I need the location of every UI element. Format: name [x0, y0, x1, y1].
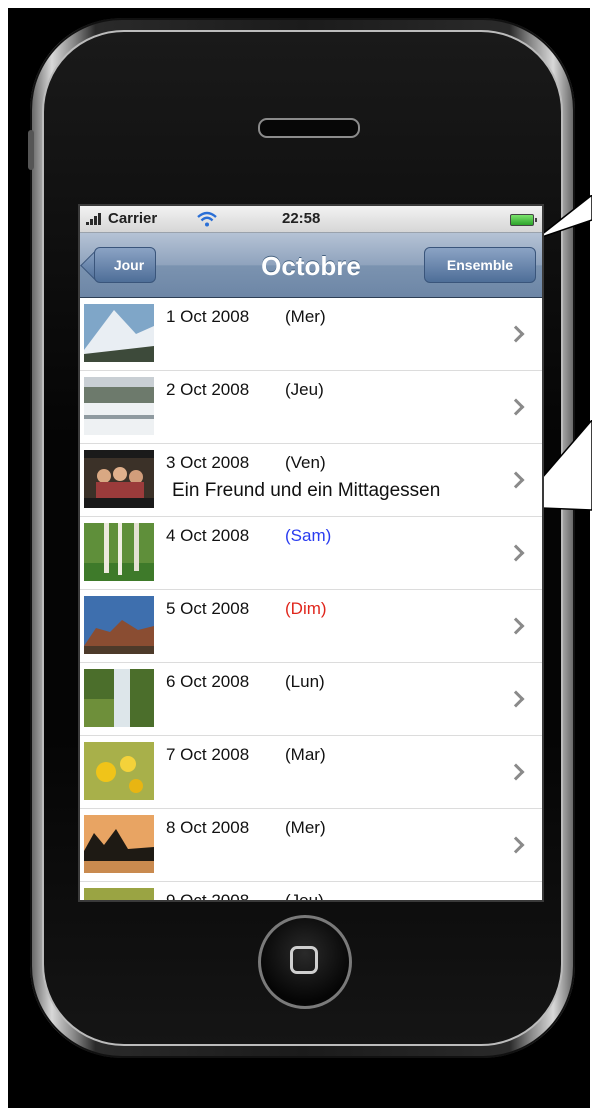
row-date: 9 Oct 2008: [166, 891, 250, 902]
chevron-right-icon: [507, 325, 525, 343]
row-date: 2 Oct 2008: [166, 380, 250, 399]
row-day-sunday: (Dim): [285, 599, 327, 618]
list-item[interactable]: 8 Oct 2008 (Mer): [80, 809, 542, 882]
thumbnail-birch-trees: [84, 523, 154, 581]
thumbnail-yellow-flowers: [84, 742, 154, 800]
chevron-right-icon: [507, 836, 525, 854]
home-square-icon: [290, 946, 318, 974]
row-day: (Jeu): [285, 891, 324, 902]
row-day: (Ven): [285, 453, 326, 472]
chevron-right-icon: [507, 617, 525, 635]
list-item[interactable]: 7 Oct 2008 (Mar): [80, 736, 542, 809]
row-note: Ein Freund und ein Mittagessen: [172, 480, 441, 501]
list-item[interactable]: 4 Oct 2008 (Sam): [80, 517, 542, 590]
list-item[interactable]: 9 Oct 2008 (Jeu): [80, 882, 542, 902]
row-day-saturday: (Sam): [285, 526, 332, 545]
row-date: 6 Oct 2008: [166, 672, 250, 691]
thumbnail-snow-landscape: [84, 377, 154, 435]
navigation-bar: Jour Octobre Ensemble: [80, 233, 542, 298]
list-item[interactable]: 6 Oct 2008 (Lun): [80, 663, 542, 736]
chevron-right-icon: [507, 471, 525, 489]
signal-strength-icon: [86, 213, 104, 225]
chevron-right-icon: [507, 544, 525, 562]
row-day: (Mar): [285, 745, 326, 764]
carrier-label: Carrier: [108, 210, 158, 227]
row-date: 8 Oct 2008: [166, 818, 250, 837]
thumbnail-red-rocks: [84, 596, 154, 654]
status-bar: Carrier 22:58: [80, 206, 542, 233]
volume-button: [28, 130, 34, 170]
day-list: 1 Oct 2008 (Mer) 2 Oct 2008 (Jeu) 3 Oct …: [80, 298, 542, 902]
row-day: (Jeu): [285, 380, 324, 399]
ensemble-button[interactable]: Ensemble: [424, 247, 536, 283]
row-date: 3 Oct 2008: [166, 453, 250, 472]
list-item[interactable]: 1 Oct 2008 (Mer): [80, 298, 542, 371]
clock: 22:58: [282, 210, 321, 227]
earpiece-speaker: [258, 118, 360, 138]
chevron-right-icon: [507, 763, 525, 781]
row-day: (Lun): [285, 672, 325, 691]
row-date: 7 Oct 2008: [166, 745, 250, 764]
row-date: 5 Oct 2008: [166, 599, 250, 618]
thumbnail-green-field: [84, 888, 154, 900]
row-day: (Mer): [285, 307, 326, 326]
wifi-icon: [197, 211, 217, 227]
battery-icon: [510, 214, 537, 226]
thumbnail-snow-mountain: [84, 304, 154, 362]
thumbnail-friends-photo: [84, 450, 154, 508]
list-item[interactable]: 5 Oct 2008 (Dim): [80, 590, 542, 663]
chevron-right-icon: [507, 398, 525, 416]
list-item[interactable]: 2 Oct 2008 (Jeu): [80, 371, 542, 444]
row-date: 1 Oct 2008: [166, 307, 250, 326]
chevron-right-icon: [507, 690, 525, 708]
row-date: 4 Oct 2008: [166, 526, 250, 545]
screen: Carrier 22:58 Jour Octobre Ensemble 1 Oc…: [78, 204, 544, 902]
row-day: (Mer): [285, 818, 326, 837]
thumbnail-sunset-lake: [84, 815, 154, 873]
list-item[interactable]: 3 Oct 2008 (Ven) Ein Freund und ein Mitt…: [80, 444, 542, 517]
thumbnail-waterfall: [84, 669, 154, 727]
